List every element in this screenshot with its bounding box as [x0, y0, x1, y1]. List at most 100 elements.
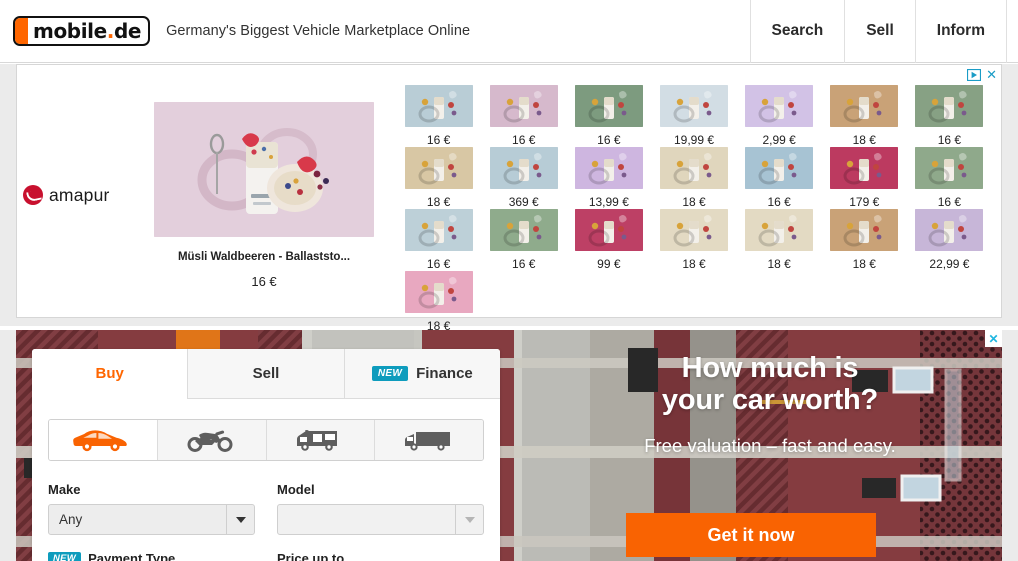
ad-product-thumb[interactable] — [574, 147, 643, 189]
make-chevron-down-icon[interactable] — [226, 505, 254, 534]
ad-headline-block: How much is your car worth? Free valuati… — [612, 352, 928, 457]
ad-product-thumb[interactable] — [745, 85, 814, 127]
ad-product-cell[interactable]: 18 € — [825, 209, 904, 271]
ad-product-price: 16 € — [512, 257, 536, 271]
make-value: Any — [59, 512, 83, 527]
ad-close-icon[interactable]: ✕ — [986, 68, 997, 81]
ad-product-grid: 16 €16 €16 €19,99 €2,99 €18 €16 €18 €369… — [389, 65, 1001, 333]
ad-product-cell[interactable]: 16 € — [484, 209, 563, 271]
ad-product-cell[interactable]: 18 € — [654, 147, 733, 209]
ad-product-cell[interactable]: 2,99 € — [740, 85, 819, 147]
ad-featured-product[interactable]: Müsli Waldbeeren - Ballaststo... 16 € — [145, 101, 383, 289]
logo-orange-bar — [15, 18, 28, 44]
ad-product-cell[interactable]: 18 € — [740, 209, 819, 271]
top-ad-zone: ✕ amapur Müsli Waldbeeren - Ballaststo..… — [0, 64, 1018, 333]
logo-word: mobile — [33, 19, 107, 43]
mobile-de-logo[interactable]: mobile. de — [13, 16, 151, 46]
ad-product-thumb[interactable] — [404, 147, 473, 189]
vehicle-type-motorcycle[interactable] — [156, 420, 266, 460]
make-select[interactable]: Any — [48, 504, 255, 535]
car-icon — [73, 430, 127, 452]
tab-finance-label: Finance — [416, 365, 473, 382]
ad-headline-line1: How much is — [681, 352, 859, 384]
ad-product-cell[interactable]: 16 € — [569, 85, 648, 147]
ad-product-thumb[interactable] — [915, 147, 984, 189]
primary-filters: Make Any Model — [48, 482, 484, 535]
ad-product-thumb[interactable] — [574, 85, 643, 127]
nav-inform[interactable]: Inform — [914, 0, 1006, 63]
tab-sell[interactable]: Sell — [187, 349, 344, 399]
ad-product-price: 16 € — [937, 133, 962, 147]
ad-product-thumb[interactable] — [915, 209, 984, 251]
ad-product-cell[interactable]: 369 € — [484, 147, 563, 209]
ad-product-thumb[interactable] — [659, 85, 728, 127]
ad-product-cell[interactable]: 19,99 € — [654, 85, 733, 147]
ad-product-cell[interactable]: 18 € — [399, 147, 478, 209]
price-up-to-field: Price up to — [277, 551, 484, 561]
ad-product-price: 16 € — [512, 133, 536, 147]
ad-product-cell[interactable]: 179 € — [825, 147, 904, 209]
amapur-brand-name: amapur — [49, 184, 110, 205]
nav-end-divider — [1006, 0, 1018, 63]
ad-product-thumb[interactable] — [745, 209, 814, 251]
hero-ad-close-icon[interactable]: ✕ — [985, 330, 1002, 347]
tab-finance[interactable]: NEW Finance — [343, 349, 500, 399]
model-chevron-down-icon[interactable] — [455, 505, 483, 534]
ad-product-thumb[interactable] — [659, 209, 728, 251]
ad-product-price: 18 € — [767, 257, 791, 271]
ad-featured-title: Müsli Waldbeeren - Ballaststo... — [177, 250, 351, 263]
vehicle-type-car[interactable] — [49, 420, 157, 460]
ad-product-cell[interactable]: 16 € — [399, 85, 478, 147]
ad-product-cell[interactable]: 13,99 € — [569, 147, 648, 209]
logo-dot: . — [106, 19, 115, 43]
model-select[interactable] — [277, 504, 484, 535]
ad-featured-image[interactable] — [154, 101, 374, 237]
page-root: mobile. de Germany's Biggest Vehicle Mark… — [0, 0, 1018, 561]
ad-headline-line2: your car worth? — [661, 384, 879, 417]
ad-product-thumb[interactable] — [404, 271, 473, 313]
ad-product-cell[interactable]: 16 € — [740, 147, 819, 209]
amapur-brand[interactable]: amapur — [17, 185, 145, 206]
get-it-now-button[interactable]: Get it now — [626, 513, 876, 557]
ad-product-cell[interactable]: 16 € — [910, 147, 989, 209]
ad-product-cell[interactable]: 16 € — [399, 209, 478, 271]
ad-product-cell[interactable]: 99 € — [569, 209, 648, 271]
tab-buy[interactable]: Buy — [32, 349, 188, 399]
site-logo[interactable]: mobile. de — [13, 16, 151, 46]
ad-product-thumb[interactable] — [659, 147, 728, 189]
ad-product-cell[interactable]: 16 € — [484, 85, 563, 147]
adchoices-controls[interactable]: ✕ — [967, 68, 997, 81]
ad-product-cell[interactable]: 22,99 € — [910, 209, 989, 271]
tab-buy-label: Buy — [95, 365, 124, 382]
ad-product-thumb[interactable] — [574, 209, 643, 251]
ad-product-thumb[interactable] — [830, 147, 899, 189]
ad-product-cell[interactable]: 18 € — [654, 209, 733, 271]
adchoices-icon[interactable] — [967, 68, 982, 81]
ad-product-thumb[interactable] — [745, 147, 814, 189]
ad-featured-price: 16 € — [251, 273, 277, 289]
make-field: Make Any — [48, 482, 255, 535]
ad-product-thumb[interactable] — [404, 209, 473, 251]
ad-product-price: 13,99 € — [588, 195, 629, 209]
ad-product-cell[interactable]: 18 € — [825, 85, 904, 147]
ad-product-thumb[interactable] — [489, 85, 558, 127]
ad-product-price: 369 € — [508, 195, 539, 209]
vehicle-type-motorhome[interactable] — [265, 420, 375, 460]
ad-product-thumb[interactable] — [915, 85, 984, 127]
ad-product-cell[interactable]: 16 € — [910, 85, 989, 147]
ad-product-thumb[interactable] — [489, 209, 558, 251]
ad-product-price: 16 € — [597, 133, 621, 147]
ad-product-thumb[interactable] — [830, 85, 899, 127]
nav-sell[interactable]: Sell — [844, 0, 915, 63]
ad-product-thumb[interactable] — [830, 209, 899, 251]
ad-product-thumb[interactable] — [404, 85, 473, 127]
ad-product-price: 2,99 € — [762, 133, 796, 147]
amapur-ad[interactable]: ✕ amapur Müsli Waldbeeren - Ballaststo..… — [16, 64, 1002, 333]
ad-product-cell[interactable]: 18 € — [399, 271, 478, 333]
site-header: mobile. de Germany's Biggest Vehicle Mark… — [0, 0, 1018, 63]
vehicle-type-van[interactable] — [374, 420, 483, 460]
ad-product-price: 19,99 € — [673, 133, 715, 147]
ad-product-thumb[interactable] — [489, 147, 558, 189]
ad-product-price: 16 € — [426, 133, 451, 147]
nav-search[interactable]: Search — [749, 0, 845, 63]
